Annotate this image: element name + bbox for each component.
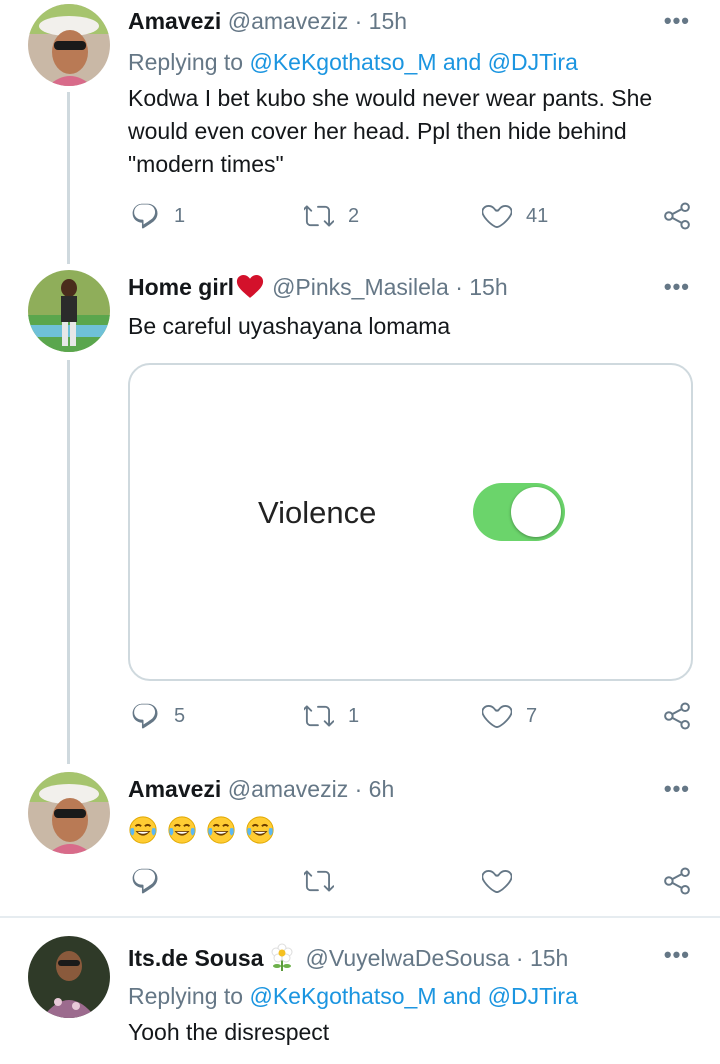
avatar-image (28, 772, 110, 854)
more-dots-icon[interactable]: ••• (664, 274, 690, 300)
retweet-count: 2 (348, 204, 360, 227)
share-button[interactable] (662, 701, 692, 731)
replying-to: Replying to @KeKgothatso_M and @DJTira (128, 49, 578, 76)
flower-emoji (271, 943, 293, 971)
retweet-icon (304, 701, 334, 731)
like-count: 41 (526, 204, 549, 227)
replying-to-label: Replying to (128, 49, 244, 75)
tweet-3[interactable]: Amavezi @amaveziz · 6h ••• (0, 762, 720, 916)
retweet-button[interactable]: 1 (304, 701, 359, 731)
toggle-switch-image (473, 483, 565, 541)
heart-icon (482, 201, 512, 231)
share-icon (662, 866, 692, 896)
avatar-image (28, 4, 110, 86)
tweet-header: Amavezi @amaveziz · 6h (128, 776, 394, 803)
reply-bubble-icon (130, 866, 160, 896)
share-icon (662, 201, 692, 231)
heart-icon (482, 701, 512, 731)
reply-handle-link[interactable]: @DJTira (488, 983, 578, 1009)
display-name[interactable]: Amavezi (128, 776, 221, 802)
retweet-button[interactable]: 2 (304, 201, 359, 231)
reply-count: 5 (174, 704, 186, 727)
reply-handle-link[interactable]: @KeKgothatso_M (249, 983, 436, 1009)
media-label: Violence (258, 495, 377, 530)
more-dots-icon[interactable]: ••• (664, 942, 690, 968)
tweet-1[interactable]: Amavezi @amaveziz · 15h ••• Replying to … (0, 0, 720, 264)
tweet-text: Yooh the disrespect (128, 1019, 330, 1045)
more-dots-icon[interactable]: ••• (664, 8, 690, 34)
handle-and-time: @amaveziz · 15h (227, 8, 408, 34)
thread-line (67, 92, 70, 264)
action-bar (128, 866, 694, 896)
avatar[interactable] (28, 270, 110, 352)
retweet-count: 1 (348, 704, 360, 727)
display-name[interactable]: Amavezi (128, 8, 221, 34)
face-with-tears-of-joy-emoji (167, 815, 197, 845)
handle-and-time: @VuyelwaDeSousa · 15h (305, 945, 569, 971)
more-dots-icon[interactable]: ••• (664, 776, 690, 802)
replying-to: Replying to @KeKgothatso_M and @DJTira (128, 983, 578, 1010)
tweet-text (128, 812, 688, 845)
tweet-header: Amavezi @amaveziz · 15h (128, 8, 407, 35)
share-button[interactable] (662, 866, 692, 896)
avatar[interactable] (28, 772, 110, 854)
media-image[interactable]: Violence (128, 363, 693, 681)
reply-count: 1 (174, 204, 186, 227)
avatar[interactable] (28, 936, 110, 1018)
like-button[interactable]: 41 (482, 201, 548, 231)
tweet-header: Its.de Sousa @VuyelwaDeSousa · 15h (128, 942, 568, 972)
heart-icon (482, 866, 512, 896)
reply-bubble-icon (130, 201, 160, 231)
retweet-button[interactable] (304, 866, 334, 896)
display-name[interactable]: Home girl (128, 274, 234, 300)
tweet-4[interactable]: Its.de Sousa @VuyelwaDeSousa · 15h ••• R… (0, 918, 720, 1064)
action-bar: 1 2 41 (128, 201, 694, 231)
share-button[interactable] (662, 201, 692, 231)
reply-button[interactable]: 5 (130, 701, 185, 731)
thread-line (67, 360, 70, 764)
retweet-icon (304, 866, 334, 896)
face-with-tears-of-joy-emoji (206, 815, 236, 845)
reply-and-text: and (442, 49, 482, 75)
reply-bubble-icon (130, 701, 160, 731)
reply-button[interactable] (130, 866, 160, 896)
avatar[interactable] (28, 4, 110, 86)
handle-and-time: @amaveziz · 6h (227, 776, 395, 802)
display-name[interactable]: Its.de Sousa (128, 945, 263, 971)
avatar-image (28, 936, 110, 1018)
action-bar: 5 1 7 (128, 701, 694, 731)
tweet-text: Kodwa I bet kubo she would never wear pa… (128, 85, 653, 177)
retweet-icon (304, 201, 334, 231)
reply-handle-link[interactable]: @KeKgothatso_M (249, 49, 436, 75)
face-with-tears-of-joy-emoji (128, 815, 158, 845)
reply-button[interactable]: 1 (130, 201, 185, 231)
reply-handle-link[interactable]: @DJTira (488, 49, 578, 75)
like-button[interactable]: 7 (482, 701, 537, 731)
reply-and-text: and (442, 983, 482, 1009)
tweet-2[interactable]: Home girl @Pinks_Masilela · 15h ••• Be ca… (0, 262, 720, 764)
like-count: 7 (526, 704, 538, 727)
like-button[interactable] (482, 866, 512, 896)
avatar-image (28, 270, 110, 352)
tweet-header: Home girl @Pinks_Masilela · 15h (128, 274, 508, 301)
share-icon (662, 701, 692, 731)
face-with-tears-of-joy-emoji (245, 815, 275, 845)
tweet-text: Be careful uyashayana lomama (128, 313, 451, 339)
handle-and-time: @Pinks_Masilela · 15h (272, 274, 508, 300)
replying-to-label: Replying to (128, 983, 244, 1009)
toggle-knob (511, 487, 561, 537)
red-heart-emoji (236, 275, 264, 298)
